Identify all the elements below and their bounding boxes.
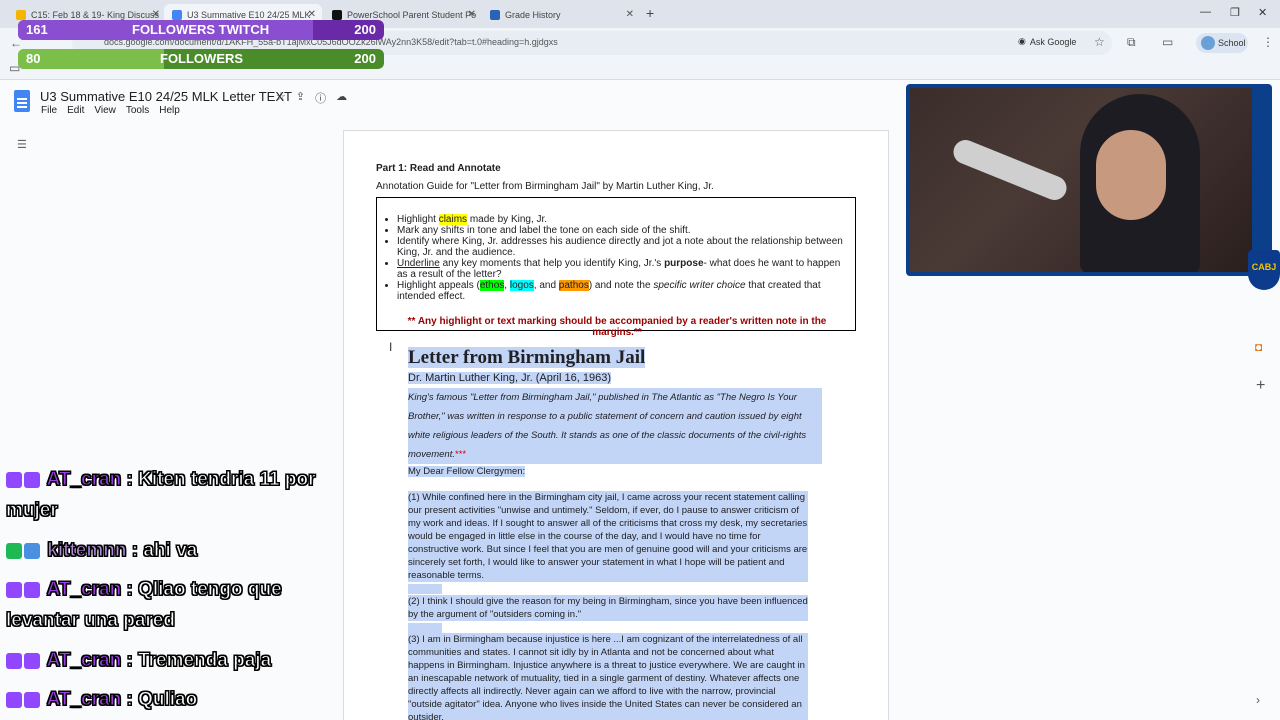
move-icon[interactable]: ⇪ — [296, 90, 305, 106]
tab-grade-history[interactable]: Grade History ✕ — [482, 4, 640, 26]
chat-message: AT_cran : Quliao — [6, 684, 351, 715]
tool-badge-icon — [24, 542, 40, 559]
tenure-badge-icon — [24, 691, 40, 708]
letter-title: Letter from Birmingham Jail — [408, 347, 646, 368]
salutation: My Dear Fellow Clergymen: — [408, 466, 526, 477]
selection-gap — [408, 623, 442, 633]
close-tab-icon[interactable]: ✕ — [468, 9, 476, 20]
cloud-status-icon[interactable]: ☁ — [336, 90, 347, 106]
menu-file[interactable]: File — [41, 105, 57, 116]
profile-button[interactable]: School — [1196, 33, 1248, 53]
chat-message: AT_cran : Kiten tendria 11 por mujer — [5, 469, 316, 522]
microphone — [949, 136, 1071, 204]
twitch-label: FOLLOWERS TWITCH — [132, 22, 270, 37]
extensions-icon[interactable]: ⧉ — [1127, 35, 1136, 50]
byline: Dr. Martin Luther King, Jr. (April 16, 1… — [408, 372, 611, 384]
close-tab-icon[interactable]: ✕ — [152, 9, 160, 20]
maximize-icon[interactable]: ❐ — [1230, 6, 1240, 19]
document-page[interactable]: Part 1: Read and Annotate Annotation Gui… — [343, 130, 889, 720]
document-title[interactable]: U3 Summative E10 24/25 MLK Letter TEXT — [40, 89, 292, 104]
close-window-icon[interactable]: ✕ — [1258, 6, 1267, 19]
part-title: Part 1: Read and Annotate — [376, 163, 501, 174]
cast-icon[interactable]: ▭ — [1162, 35, 1173, 49]
streamer-face — [1096, 130, 1166, 220]
twitch-followers-bar: 161 FOLLOWERS TWITCH 200 — [18, 20, 384, 40]
tenure-badge-icon — [24, 471, 40, 488]
close-tab-icon[interactable]: ✕ — [308, 9, 316, 20]
outline-icon[interactable]: ☰ — [17, 138, 27, 151]
chat-message: AT_cran : Tremenda paja — [6, 645, 351, 676]
followers-current: 80 — [26, 51, 41, 66]
menu-help[interactable]: Help — [159, 105, 180, 116]
selection-gap — [408, 584, 442, 594]
followers-label: FOLLOWERS — [160, 51, 244, 66]
subscriber-badge-icon — [6, 691, 22, 708]
list-item: Highlight claims made by King, Jr. — [397, 214, 847, 225]
info-icon[interactable]: ⓘ — [315, 90, 326, 106]
list-item: Highlight appeals (ethos, logos, and pat… — [397, 280, 847, 302]
guide-title: Annotation Guide for "Letter from Birmin… — [376, 181, 714, 192]
ask-google-button[interactable]: ◉ Ask Google — [1018, 36, 1076, 47]
menu-bar: File Edit View Tools Help — [41, 105, 180, 116]
club-badge: CABJ — [1248, 250, 1280, 290]
chat-message: kittemnn : ahi va — [6, 535, 351, 566]
menu-tools[interactable]: Tools — [126, 105, 149, 116]
minimize-icon[interactable]: — — [1200, 6, 1211, 18]
webcam-feed — [910, 88, 1252, 272]
close-tab-icon[interactable]: ✕ — [626, 9, 634, 20]
paragraph-2: (2) I think I should give the reason for… — [408, 595, 808, 621]
star-icon[interactable]: ☆ — [276, 90, 286, 106]
subscriber-badge-icon — [6, 581, 22, 598]
chat-message: AT_cran : Qliao tengo que levantar una p… — [6, 579, 283, 632]
subscriber-badge-icon — [6, 471, 22, 488]
webcam-frame — [906, 84, 1272, 276]
menu-view[interactable]: View — [94, 105, 116, 116]
list-item: Identify where King, Jr. addresses his a… — [397, 236, 847, 258]
text-cursor-icon: I — [389, 340, 393, 354]
avatar — [1201, 36, 1215, 50]
docs-logo-icon[interactable] — [14, 90, 30, 112]
more-menu-icon[interactable]: ⋮ — [1262, 35, 1274, 49]
expand-panel-icon[interactable]: › — [1256, 693, 1260, 707]
lens-icon: ◉ — [1018, 36, 1026, 46]
followers-goal: 200 — [354, 51, 376, 66]
classroom-icon — [16, 10, 26, 20]
twitch-current: 161 — [26, 22, 48, 37]
docs-icon — [172, 10, 182, 20]
notion-icon — [332, 10, 342, 20]
kick-badge-icon — [6, 542, 22, 559]
subscriber-badge-icon — [6, 652, 22, 669]
followers-bar: 80 FOLLOWERS 200 — [18, 49, 384, 69]
paragraph-3: (3) I am in Birmingham because injustice… — [408, 633, 808, 720]
twitch-goal: 200 — [354, 22, 376, 37]
add-addon-icon[interactable]: + — [1256, 377, 1265, 395]
menu-edit[interactable]: Edit — [67, 105, 84, 116]
tenure-badge-icon — [24, 652, 40, 669]
new-tab-icon[interactable]: + — [646, 5, 654, 21]
list-item: Mark any shifts in tone and label the to… — [397, 225, 847, 236]
schoology-icon — [490, 10, 500, 20]
paragraph-1: (1) While confined here in the Birmingha… — [408, 491, 808, 582]
annotation-guide-box: Highlight claims made by King, Jr. Mark … — [376, 197, 856, 338]
tenure-badge-icon — [24, 581, 40, 598]
addon-icon[interactable]: ◘ — [1255, 340, 1262, 354]
warning-note: ** Any highlight or text marking should … — [407, 316, 827, 338]
list-item: Underline any key moments that help you … — [397, 258, 847, 280]
intro-paragraph: King's famous "Letter from Birmingham Ja… — [408, 388, 822, 464]
bookmark-star-icon[interactable]: ☆ — [1094, 35, 1105, 49]
